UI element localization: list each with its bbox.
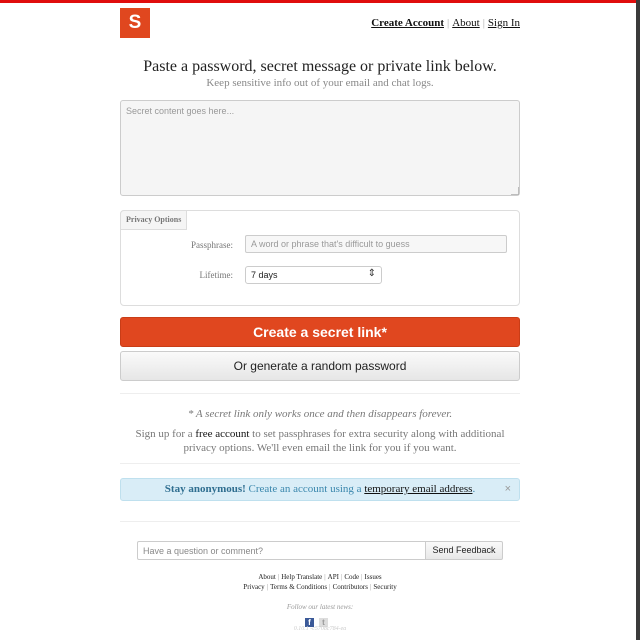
top-nav: Create Account | About | Sign In	[371, 17, 520, 29]
footer-link[interactable]: Privacy	[243, 583, 264, 591]
follow-text: Follow our latest news:	[286, 603, 354, 611]
page-subtitle: Keep sensitive info out of your email an…	[206, 77, 434, 89]
privacy-options-legend: Privacy Options	[120, 210, 188, 230]
select-arrows-icon: ⇕	[367, 268, 376, 279]
top-accent-bar	[0, 0, 640, 3]
nav-separator: |	[482, 17, 485, 29]
passphrase-label: Passphrase:	[191, 240, 233, 250]
secret-content-textarea[interactable]	[120, 100, 520, 196]
generate-password-button[interactable]: Or generate a random password	[120, 351, 520, 381]
sign-in-link[interactable]: Sign In	[488, 17, 520, 29]
divider	[120, 393, 520, 394]
passphrase-input[interactable]	[245, 235, 507, 253]
divider	[120, 521, 520, 522]
footer-link[interactable]: Contributors	[333, 583, 368, 591]
footer-links-row1: About | Help Translate | API | Code | Issues	[258, 573, 382, 581]
create-secret-link-button[interactable]: Create a secret link*	[120, 317, 520, 347]
footer-link[interactable]: Issues	[365, 573, 382, 581]
send-feedback-button[interactable]: Send Feedback	[425, 541, 503, 560]
footer-link[interactable]: Code	[344, 573, 359, 581]
signup-text-pre: Sign up for a	[135, 428, 196, 440]
footer-link[interactable]: Terms & Conditions	[270, 583, 327, 591]
footer-link[interactable]: Help Translate	[281, 573, 322, 581]
create-account-link[interactable]: Create Account	[371, 17, 444, 29]
alert-end: .	[472, 483, 476, 495]
footer-link[interactable]: API	[328, 573, 339, 581]
footer-link[interactable]: Security	[373, 583, 396, 591]
close-icon[interactable]: ×	[505, 479, 511, 500]
free-account-link[interactable]: free account	[195, 428, 249, 440]
lifetime-selected-value: 7 days	[251, 270, 278, 280]
logo[interactable]: S	[120, 8, 150, 38]
page-title: Paste a password, secret message or priv…	[143, 58, 497, 75]
divider	[120, 463, 520, 464]
window-edge	[636, 0, 640, 640]
version-text: 0.10.1 -c5708c784-ea	[293, 626, 347, 632]
anonymous-alert: Stay anonymous! Create an account using …	[120, 478, 520, 501]
footer-links-row2: Privacy | Terms & Conditions | Contributors |…	[243, 583, 397, 591]
nav-separator: |	[447, 17, 450, 29]
lifetime-select[interactable]: 7 days ⇕	[245, 266, 382, 284]
resize-grip-icon[interactable]	[511, 187, 519, 195]
feedback-input[interactable]	[137, 541, 426, 560]
signup-text: Sign up for a free account to set passph…	[132, 427, 508, 455]
alert-strong: Stay anonymous!	[164, 483, 246, 495]
footer-link[interactable]: About	[258, 573, 276, 581]
lifetime-label: Lifetime:	[199, 270, 234, 280]
secret-link-note: * A secret link only works once and then…	[187, 408, 453, 420]
alert-text: Create an account using a	[245, 483, 365, 495]
temporary-email-link[interactable]: temporary email address	[364, 483, 472, 495]
about-link[interactable]: About	[452, 17, 480, 29]
